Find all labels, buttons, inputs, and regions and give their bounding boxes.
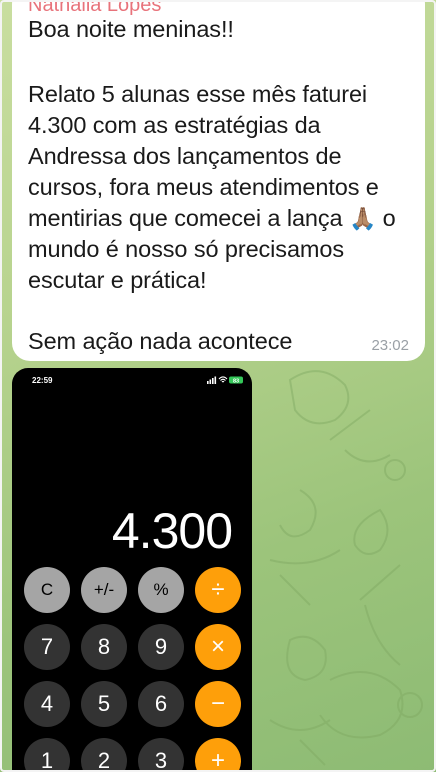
message-line: Andressa dos lançamentos de <box>28 143 342 169</box>
calculator-screenshot-photo[interactable]: 22:59 83 4.300 C +/-% ÷ 7 8 9 × 4 5 6− 1 2 3 + <box>12 368 252 772</box>
wallpaper-doodle <box>353 508 389 555</box>
message-line: mentirias que comecei a lança <box>28 205 343 231</box>
calculator-display: 4.300 <box>111 503 233 559</box>
calc-button-2: 2 <box>81 738 127 772</box>
wallpaper-doodle <box>279 489 317 538</box>
message-line: Sem ação nada acontece <box>28 328 293 354</box>
calc-button-plus-minus: +/- <box>81 567 127 613</box>
calc-button-divide: ÷ <box>195 567 241 613</box>
calc-button-6: 6 <box>138 681 184 727</box>
calc-button-3: 3 <box>138 738 184 772</box>
calc-button-clear: C <box>24 567 70 613</box>
message-line: Relato 5 alunas esse mês faturei <box>28 81 368 107</box>
calc-button-plus: + <box>195 738 241 772</box>
wallpaper-doodle <box>286 635 327 682</box>
wallpaper-doodle <box>288 370 350 425</box>
praying-hands-emoji: 🙏🏽 <box>348 206 377 231</box>
wallpaper-doodle <box>319 671 404 739</box>
phone-status-time: 22:59 <box>32 376 53 385</box>
message-sender[interactable]: Nathalia Lopes <box>28 0 161 17</box>
message-line-with-emoji: mentirias que comecei a lança 🙏🏽 o <box>28 205 396 232</box>
calc-button-multiply: × <box>195 624 241 670</box>
wifi-icon <box>218 376 228 383</box>
wallpaper-doodle <box>269 549 341 606</box>
calc-button-8: 8 <box>81 624 127 670</box>
message-line: mundo é nosso só precisamos <box>28 236 345 262</box>
message-line: 4.300 com as estratégias da <box>28 112 321 138</box>
calc-button-9: 9 <box>138 624 184 670</box>
calc-button-percent: % <box>138 567 184 613</box>
phone-status-icons: 83 <box>207 376 243 384</box>
calc-button-5: 5 <box>81 681 127 727</box>
calc-button-7: 7 <box>24 624 70 670</box>
message-timestamp: 23:02 <box>371 337 409 354</box>
calc-button-1: 1 <box>24 738 70 772</box>
signal-icon <box>207 376 217 384</box>
message-line: Boa noite meninas!! <box>28 16 234 42</box>
message-bubble[interactable]: Nathalia Lopes Boa noite meninas!! Relat… <box>12 0 425 361</box>
wallpaper-doodle <box>359 564 401 666</box>
wallpaper-doodle <box>269 719 331 766</box>
calc-button-minus: − <box>195 681 241 727</box>
message-line: escutar e prática! <box>28 267 207 293</box>
battery-level: 83 <box>233 378 239 384</box>
calc-button-4: 4 <box>24 681 70 727</box>
wallpaper-doodle <box>384 459 406 481</box>
message-line-end: o <box>376 205 396 231</box>
message-line: cursos, fora meus atendimentos e <box>28 174 379 200</box>
